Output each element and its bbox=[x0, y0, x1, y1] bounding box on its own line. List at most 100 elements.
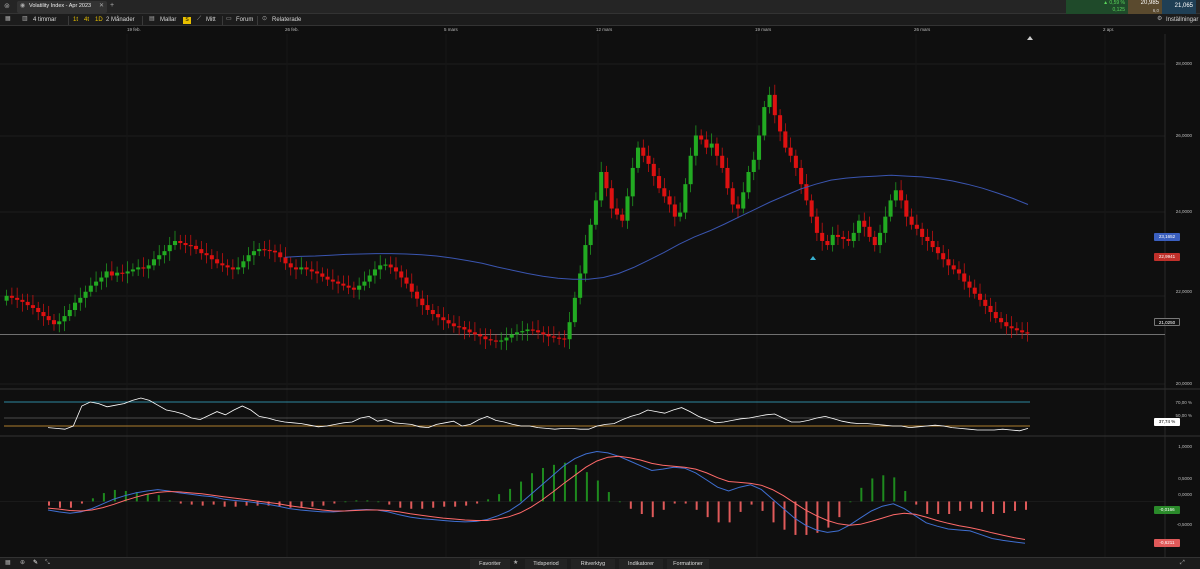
histogram-bar bbox=[531, 473, 534, 502]
candle-body bbox=[446, 320, 451, 324]
candle-body bbox=[362, 281, 367, 286]
candle-body bbox=[451, 323, 456, 327]
candle-body bbox=[514, 332, 520, 335]
period-1t[interactable]: 1t bbox=[73, 16, 78, 25]
candle-body bbox=[657, 176, 662, 189]
globe-icon: ◉ bbox=[20, 3, 26, 9]
indicators-button[interactable]: Indikatorer bbox=[619, 559, 663, 569]
forum-icon: ▭ bbox=[226, 16, 232, 22]
ask-price: 21,065 bbox=[1174, 3, 1193, 9]
change-pill: ▲ 0,59 % 0,125 bbox=[1066, 0, 1128, 14]
histogram-bar bbox=[783, 501, 786, 530]
chart-svg[interactable] bbox=[0, 34, 1200, 557]
price-red-tag: 22,9941 bbox=[1154, 253, 1180, 261]
date-label: 12 mars bbox=[596, 27, 613, 32]
histogram-bar bbox=[69, 501, 72, 508]
candle-body bbox=[188, 245, 193, 247]
magnet-icon[interactable]: ⤡ bbox=[45, 559, 50, 568]
period-button[interactable]: Tidsperiod bbox=[525, 559, 567, 569]
fullscreen-icon[interactable]: ⤢ bbox=[1180, 559, 1185, 568]
mine-button[interactable]: Mitt bbox=[206, 16, 216, 25]
bid-price: 20,985 bbox=[1140, 0, 1159, 6]
candle-body bbox=[725, 167, 730, 189]
candle-body bbox=[572, 297, 577, 323]
candle-body bbox=[57, 321, 62, 325]
formations-button[interactable]: Formationer bbox=[667, 559, 709, 569]
candle-body bbox=[609, 188, 614, 209]
candle-body bbox=[509, 334, 514, 338]
candle-type-icon[interactable]: ▥ bbox=[22, 15, 28, 24]
add-tab-icon[interactable]: + bbox=[110, 1, 114, 10]
tab-instrument[interactable]: ◉ Volatility Index - Apr 2023 ✕ bbox=[17, 1, 107, 13]
candle-body bbox=[962, 273, 967, 282]
s-badge[interactable]: S bbox=[183, 17, 191, 24]
related-button[interactable]: Relaterade bbox=[272, 16, 301, 25]
close-tab-icon[interactable]: ✕ bbox=[99, 2, 104, 9]
favorites-button[interactable]: Favoriter bbox=[470, 559, 510, 569]
settings-button[interactable]: Inställningar bbox=[1166, 16, 1198, 25]
histogram-bar bbox=[651, 501, 654, 518]
histogram-bar bbox=[212, 501, 215, 505]
candle-body bbox=[499, 340, 504, 342]
bid-pill[interactable]: 20,985 6,0 bbox=[1128, 0, 1162, 14]
histogram-bar bbox=[58, 501, 61, 508]
candle-body bbox=[357, 285, 362, 290]
histogram-bar bbox=[146, 494, 149, 502]
histogram-bar bbox=[926, 501, 929, 514]
histogram-bar bbox=[234, 501, 237, 507]
candle-body bbox=[662, 188, 667, 197]
grid-icon[interactable]: ▦ bbox=[5, 559, 11, 568]
star-icon[interactable]: ★ bbox=[513, 559, 518, 568]
interval-select[interactable]: 4 timmar bbox=[33, 16, 56, 25]
macd-tick: 1,0000 bbox=[1178, 444, 1192, 449]
candle-body bbox=[194, 245, 199, 250]
candle-body bbox=[504, 337, 509, 341]
crosshair-icon[interactable]: ⊕ bbox=[20, 559, 25, 568]
candle-body bbox=[557, 337, 562, 339]
period-select[interactable]: 2 Månader bbox=[106, 16, 135, 25]
histogram-bar bbox=[80, 501, 83, 504]
histogram-bar bbox=[509, 488, 512, 502]
candle-body bbox=[536, 330, 541, 333]
templates-button[interactable]: Mallar bbox=[160, 16, 176, 25]
candle-body bbox=[814, 216, 819, 233]
candle-body bbox=[130, 269, 135, 272]
histogram-bar bbox=[168, 500, 171, 502]
histogram-bar bbox=[322, 501, 325, 506]
candle-body bbox=[688, 155, 693, 185]
drawing-button[interactable]: Ritverktyg bbox=[571, 559, 615, 569]
histogram-bar bbox=[102, 493, 105, 502]
candle-body bbox=[336, 281, 341, 284]
candle-body bbox=[136, 267, 141, 270]
candle-body bbox=[867, 226, 872, 237]
candle-body bbox=[83, 291, 88, 298]
gear-icon: ⚙ bbox=[1157, 16, 1163, 22]
period-4t[interactable]: 4t bbox=[84, 16, 89, 25]
candle-body bbox=[315, 271, 320, 274]
chart-area[interactable]: 28,0000 26,0000 24,0000 22,0000 20,0000 … bbox=[0, 34, 1200, 557]
histogram-bar bbox=[640, 501, 643, 514]
candle-body bbox=[541, 332, 546, 335]
candle-body bbox=[325, 276, 330, 280]
candle-body bbox=[404, 277, 409, 284]
change-pct: ▲ 0,59 % bbox=[1103, 0, 1125, 6]
candle-body bbox=[288, 263, 293, 268]
candle-body bbox=[393, 267, 399, 272]
layout-icon[interactable]: ▦ bbox=[5, 15, 11, 24]
candle-body bbox=[1009, 326, 1014, 329]
histogram-bar bbox=[157, 495, 160, 502]
pencil-icon[interactable]: ✎ bbox=[33, 559, 38, 568]
candle-body bbox=[146, 265, 151, 269]
rsi-tag: 37,74 % bbox=[1154, 418, 1180, 426]
date-axis: 19 feb. 26 feb. 5 mars 12 mars 19 mars 2… bbox=[0, 26, 1200, 34]
forum-button[interactable]: Forum bbox=[236, 16, 253, 25]
date-label: 26 feb. bbox=[285, 27, 299, 32]
histogram-bar bbox=[596, 480, 599, 502]
app-menu-icon[interactable]: ⊚ bbox=[4, 2, 10, 11]
histogram-bar bbox=[190, 501, 193, 505]
ma-tag: 23,1652 bbox=[1154, 233, 1180, 241]
histogram-bar bbox=[421, 501, 424, 509]
period-1d[interactable]: 1D bbox=[95, 16, 103, 25]
ask-pill[interactable]: 21,065 bbox=[1162, 0, 1196, 14]
histogram-bar bbox=[816, 501, 819, 533]
